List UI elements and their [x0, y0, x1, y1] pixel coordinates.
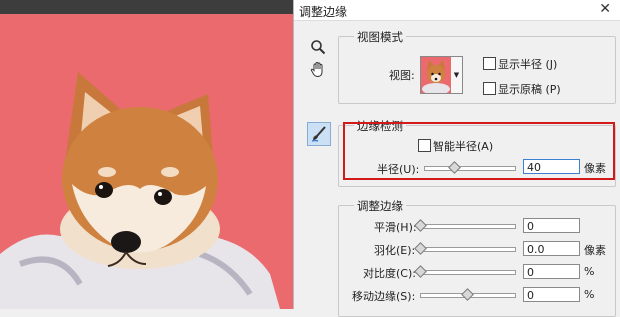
title-bar: 调整边缘 ✕ — [294, 0, 620, 21]
smooth-input[interactable]: 0 — [523, 218, 580, 233]
refine-radius-brush-icon[interactable] — [307, 122, 331, 146]
shift-edge-label: 移动边缘(S): — [352, 290, 416, 303]
show-radius-label: 显示半径 (J) — [498, 58, 558, 71]
image-canvas[interactable] — [0, 0, 293, 309]
view-mode-legend: 视图模式 — [354, 29, 406, 45]
feather-unit: 像素 — [584, 244, 606, 257]
contrast-label: 对比度(C): — [363, 267, 416, 280]
view-dropdown-arrow[interactable]: ▼ — [451, 56, 463, 94]
feather-input[interactable]: 0.0 — [523, 241, 580, 256]
show-original-checkbox[interactable] — [483, 82, 496, 95]
show-radius-checkbox[interactable] — [483, 57, 496, 70]
show-original-label: 显示原稿 (P) — [498, 83, 561, 96]
view-mode-group — [338, 36, 616, 104]
smooth-slider-track[interactable] — [420, 224, 516, 229]
shift-edge-unit: % — [584, 288, 595, 301]
contrast-slider-track[interactable] — [420, 270, 516, 275]
feather-label: 羽化(E): — [374, 244, 416, 257]
contrast-input[interactable]: 0 — [523, 264, 580, 279]
view-label: 视图: — [389, 69, 415, 82]
canvas-top-bar — [0, 0, 293, 14]
shiba-inu-photo — [0, 72, 280, 309]
view-thumbnail[interactable] — [420, 56, 452, 94]
adjust-edge-legend: 调整边缘 — [354, 198, 406, 214]
close-icon[interactable]: ✕ — [599, 1, 611, 17]
feather-slider-track[interactable] — [420, 247, 516, 252]
highlight-box — [343, 122, 615, 180]
dialog-title: 调整边缘 — [299, 5, 348, 19]
contrast-unit: % — [584, 265, 595, 278]
smooth-label: 平滑(H): — [374, 221, 417, 234]
hand-icon[interactable] — [307, 58, 329, 80]
shift-edge-input[interactable]: 0 — [523, 287, 580, 302]
zoom-icon[interactable] — [307, 36, 329, 58]
